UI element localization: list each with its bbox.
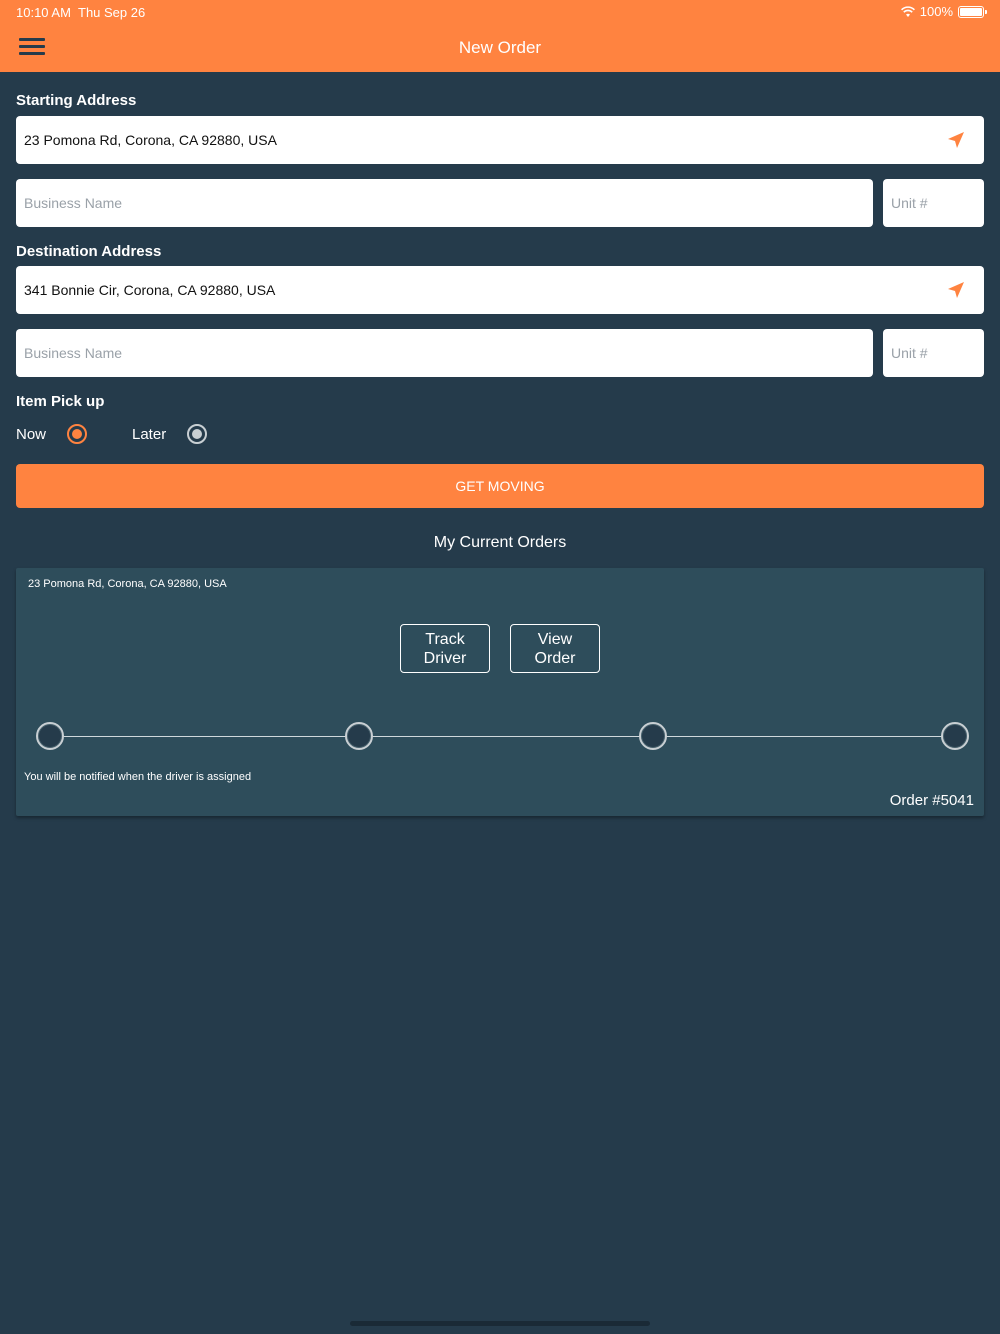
starting-business-name-input[interactable]: Business Name [16, 179, 873, 227]
starting-unit-input[interactable]: Unit # [883, 179, 984, 227]
status-time: 10:10 AM [16, 5, 71, 20]
battery-icon [958, 5, 987, 18]
destination-unit-input[interactable]: Unit # [883, 329, 984, 377]
progress-step-1 [36, 722, 64, 750]
progress-line [50, 736, 956, 737]
location-arrow-icon[interactable] [946, 130, 966, 150]
order-address: 23 Pomona Rd, Corona, CA 92880, USA [28, 578, 227, 590]
starting-address-field[interactable]: 23 Pomona Rd, Corona, CA 92880, USA [16, 116, 984, 164]
destination-address-field[interactable]: 341 Bonnie Cir, Corona, CA 92880, USA [16, 266, 984, 314]
progress-step-2 [345, 722, 373, 750]
pickup-now-radio[interactable] [67, 424, 87, 444]
view-order-line2: Order [534, 650, 576, 667]
order-card: 23 Pomona Rd, Corona, CA 92880, USA Trac… [16, 568, 984, 816]
destination-business-name-input[interactable]: Business Name [16, 329, 873, 377]
page-title: New Order [458, 38, 542, 57]
track-driver-button[interactable]: Track Driver [400, 624, 490, 673]
pickup-later-label: Later [132, 426, 167, 443]
order-status-note: You will be notified when the driver is … [24, 771, 252, 783]
track-driver-line2: Driver [423, 650, 467, 667]
starting-address-label: Starting Address [16, 92, 137, 109]
destination-business-name-placeholder: Business Name [24, 345, 123, 361]
current-orders-title: My Current Orders [433, 534, 567, 551]
home-indicator [350, 1321, 650, 1326]
destination-address-label: Destination Address [16, 243, 162, 260]
progress-step-3 [639, 722, 667, 750]
view-order-line1: View [537, 631, 573, 648]
pickup-now-label: Now [16, 426, 47, 443]
nav-bar: 10:10 AM Thu Sep 26 100% New Order [0, 0, 1000, 72]
destination-address-value: 341 Bonnie Cir, Corona, CA 92880, USA [24, 282, 276, 298]
view-order-button[interactable]: View Order [510, 624, 600, 673]
get-moving-button[interactable]: GET MOVING [16, 464, 984, 508]
status-date: Thu Sep 26 [78, 5, 146, 20]
destination-unit-placeholder: Unit # [891, 345, 928, 361]
starting-business-name-placeholder: Business Name [24, 195, 123, 211]
status-right: 100% [900, 4, 987, 19]
wifi-icon [900, 5, 915, 17]
order-number: Order #5041 [889, 792, 974, 809]
pickup-later-radio[interactable] [187, 424, 207, 444]
progress-step-4 [941, 722, 969, 750]
track-driver-line1: Track [425, 631, 465, 648]
starting-unit-placeholder: Unit # [891, 195, 928, 211]
starting-address-value: 23 Pomona Rd, Corona, CA 92880, USA [24, 132, 277, 148]
pickup-label: Item Pick up [16, 393, 105, 410]
location-arrow-icon[interactable] [946, 280, 966, 300]
order-progress [36, 722, 970, 752]
battery-percent: 100% [919, 4, 953, 19]
